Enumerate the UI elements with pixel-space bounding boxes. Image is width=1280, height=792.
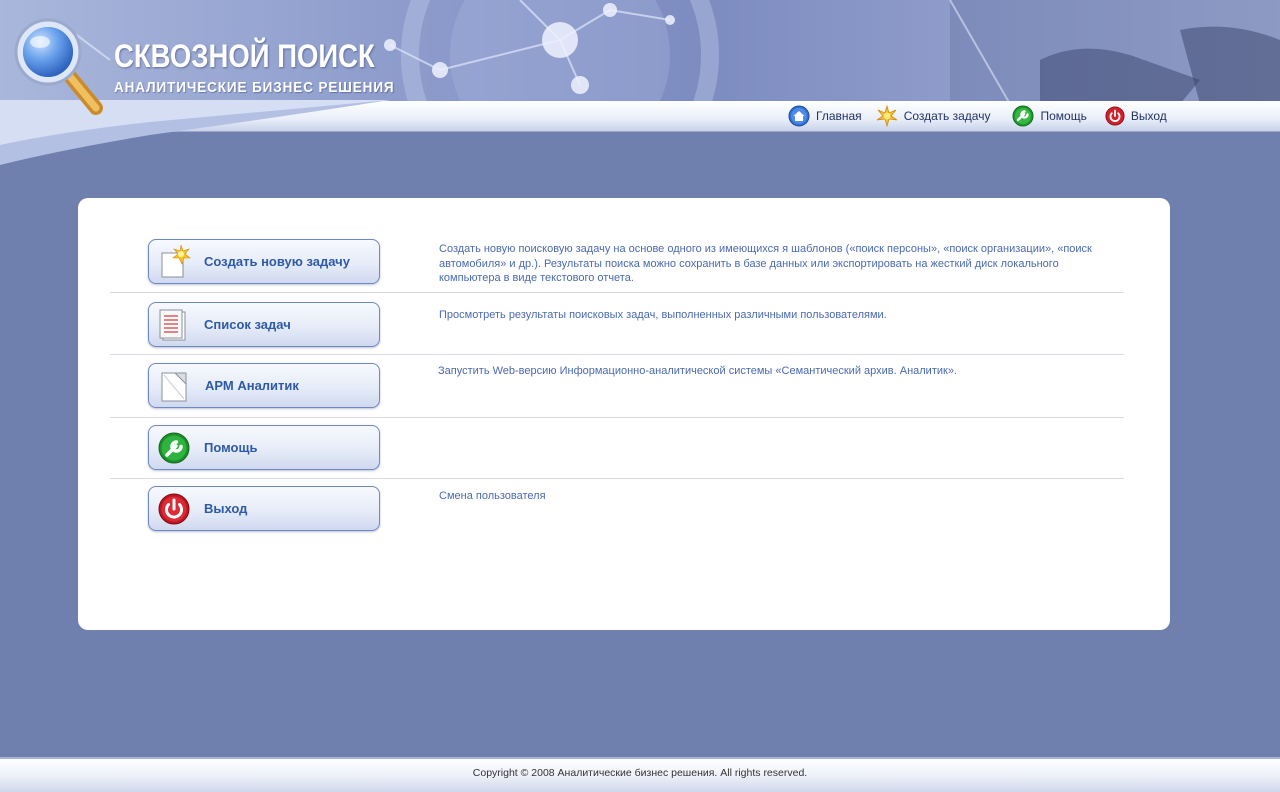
arm-analyst-description: Запустить Web-версию Информационно-анали…	[438, 365, 957, 377]
app-title: СКВОЗНОЙ ПОИСК	[114, 38, 375, 74]
wrench-icon	[158, 432, 190, 464]
create-task-button[interactable]: Создать новую задачу	[148, 239, 380, 284]
top-navigation: Главная Создать задачу Помощь Выход	[788, 104, 1167, 128]
create-task-description: Создать новую поисковую задачу на основе…	[439, 243, 1092, 284]
nav-home-link[interactable]: Главная	[788, 105, 862, 127]
nav-exit-link[interactable]: Выход	[1105, 106, 1167, 126]
exit-description: Смена пользователя	[439, 490, 546, 502]
nav-exit-label: Выход	[1130, 109, 1167, 123]
menu-row-analyst: АРМ Аналитик Запустить Web-версию Информ…	[110, 355, 1124, 418]
home-icon	[788, 105, 810, 127]
magnifier-logo-icon	[14, 18, 103, 115]
nav-help-link[interactable]: Помощь	[1012, 105, 1087, 127]
nav-create-link[interactable]: Создать задачу	[876, 105, 991, 127]
menu-row-create: Создать новую задачу Создать новую поиск…	[110, 230, 1124, 293]
nav-create-label: Создать задачу	[903, 109, 991, 123]
task-list-description: Просмотреть результаты поисковых задач, …	[439, 309, 887, 321]
new-task-icon	[161, 245, 191, 278]
task-list-button[interactable]: Список задач	[148, 302, 380, 347]
footer: Copyright © 2008 Аналитические бизнес ре…	[0, 757, 1280, 792]
menu-row-list: Список задач Просмотреть результаты поис…	[110, 293, 1124, 355]
wrench-icon	[1012, 105, 1034, 127]
help-button[interactable]: Помощь	[148, 425, 380, 470]
copyright-text: Copyright © 2008 Аналитические бизнес ре…	[472, 767, 808, 779]
menu-row-exit: Выход Смена пользователя	[110, 479, 1124, 539]
header: СКВОЗНОЙ ПОИСК АНАЛИТИЧЕСКИЕ БИЗНЕС РЕШЕ…	[0, 0, 1280, 170]
main-panel: Создать новую задачу Создать новую поиск…	[78, 198, 1170, 630]
exit-button[interactable]: Выход	[148, 486, 380, 531]
task-list-label: Список задач	[204, 317, 291, 332]
task-list-icon	[159, 309, 186, 341]
power-icon	[158, 493, 190, 525]
star-burst-icon	[876, 105, 897, 127]
arm-analyst-button[interactable]: АРМ Аналитик	[148, 363, 380, 408]
arm-analyst-label: АРМ Аналитик	[205, 378, 299, 393]
help-label: Помощь	[204, 440, 258, 455]
app-subtitle: АНАЛИТИЧЕСКИЕ БИЗНЕС РЕШЕНИЯ	[114, 79, 395, 96]
exit-label: Выход	[204, 501, 248, 516]
document-icon	[161, 372, 187, 402]
menu-row-help: Помощь	[110, 418, 1124, 479]
power-icon	[1105, 106, 1125, 126]
nav-home-label: Главная	[816, 109, 862, 123]
nav-help-label: Помощь	[1040, 109, 1087, 123]
create-task-label: Создать новую задачу	[204, 254, 350, 269]
